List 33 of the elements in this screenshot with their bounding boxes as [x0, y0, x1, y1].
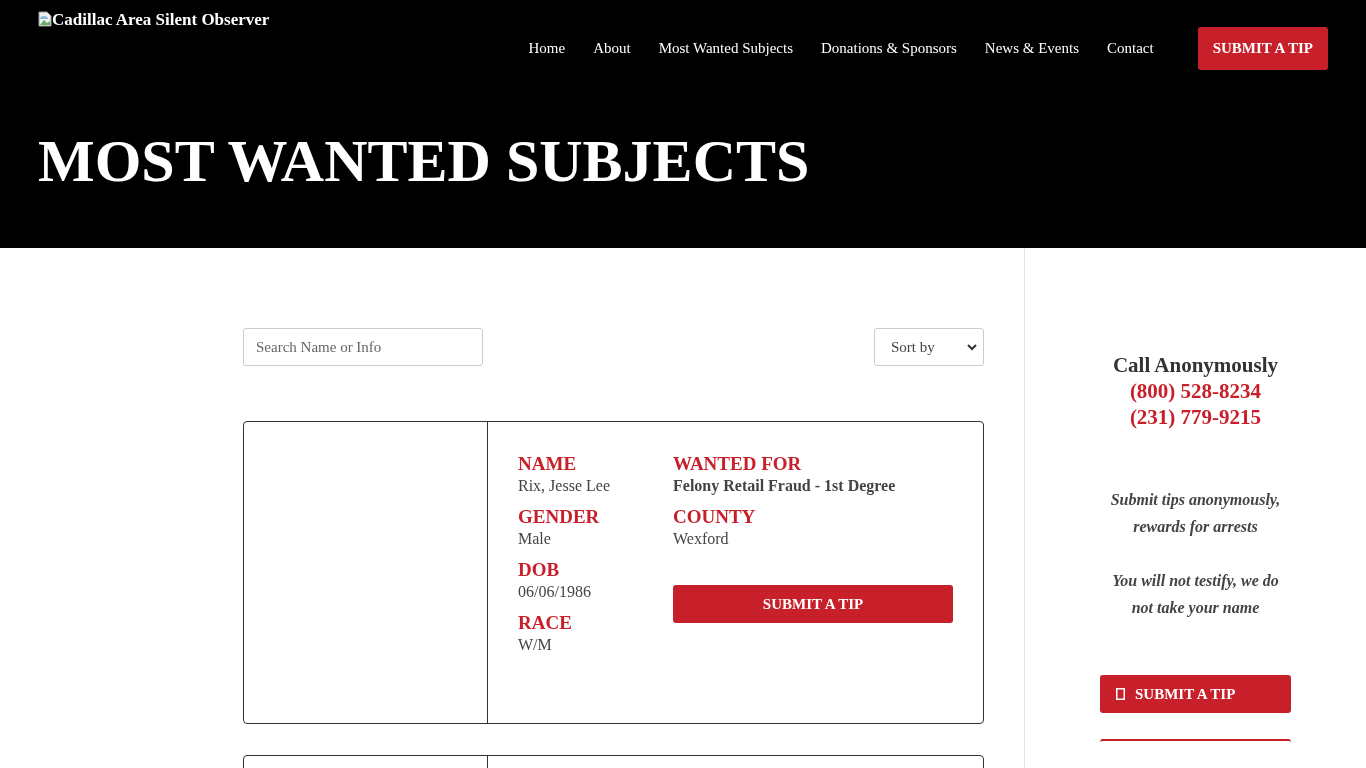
- field-value: Felony Retail Fraud - 1st Degree: [673, 476, 897, 496]
- broken-image-icon: [38, 11, 52, 27]
- field-value: Rix, Jesse Lee: [518, 476, 611, 496]
- field-label: WANTED FOR: [673, 452, 803, 476]
- submit-tip-button[interactable]: SUBMIT A TIP: [673, 585, 953, 623]
- nav-link[interactable]: About: [593, 40, 631, 57]
- submit-tip-button[interactable]: SUBMIT A TIP: [1100, 675, 1291, 713]
- phone-link[interactable]: (231) 779-9215: [1129, 404, 1262, 430]
- field-label: NAME: [518, 452, 578, 476]
- field-value: Wexford: [673, 529, 730, 549]
- info-text: You will not testify, we do not take your name: [1111, 571, 1280, 619]
- phone-link[interactable]: (800) 528-8234: [1129, 378, 1262, 404]
- nav-link[interactable]: Contact: [1107, 40, 1154, 57]
- info-text: Submit tips anonymously, rewards for arrests: [1109, 490, 1282, 538]
- field-label: DOB: [518, 558, 561, 582]
- field-value: 06/06/1986: [518, 582, 592, 602]
- nav-link[interactable]: News & Events: [984, 40, 1079, 57]
- field-label: RACE: [518, 611, 573, 635]
- field-label: GENDER: [518, 505, 601, 529]
- chevron-down-icon: [967, 343, 977, 351]
- search-field[interactable]: Search Name or Info: [243, 328, 483, 366]
- nav-link[interactable]: Home: [528, 40, 566, 57]
- logo-link[interactable]: Cadillac Area Silent Observer: [38, 10, 270, 30]
- field-value: Male: [518, 529, 552, 549]
- missing-glyph-icon: [1116, 688, 1125, 700]
- submit-tip-button[interactable]: SUBMIT A TIP: [1197, 27, 1328, 70]
- nav-link[interactable]: Most Wanted Subjects: [658, 40, 793, 57]
- sort-dropdown[interactable]: Sort by: [874, 328, 984, 366]
- field-label: COUNTY: [673, 505, 757, 529]
- field-value: W/M: [518, 635, 553, 655]
- call-heading: Call Anonymously: [1112, 352, 1279, 378]
- page-title: MOST WANTED SUBJECTS: [38, 128, 811, 194]
- nav-link[interactable]: Donations & Sponsors: [821, 40, 957, 57]
